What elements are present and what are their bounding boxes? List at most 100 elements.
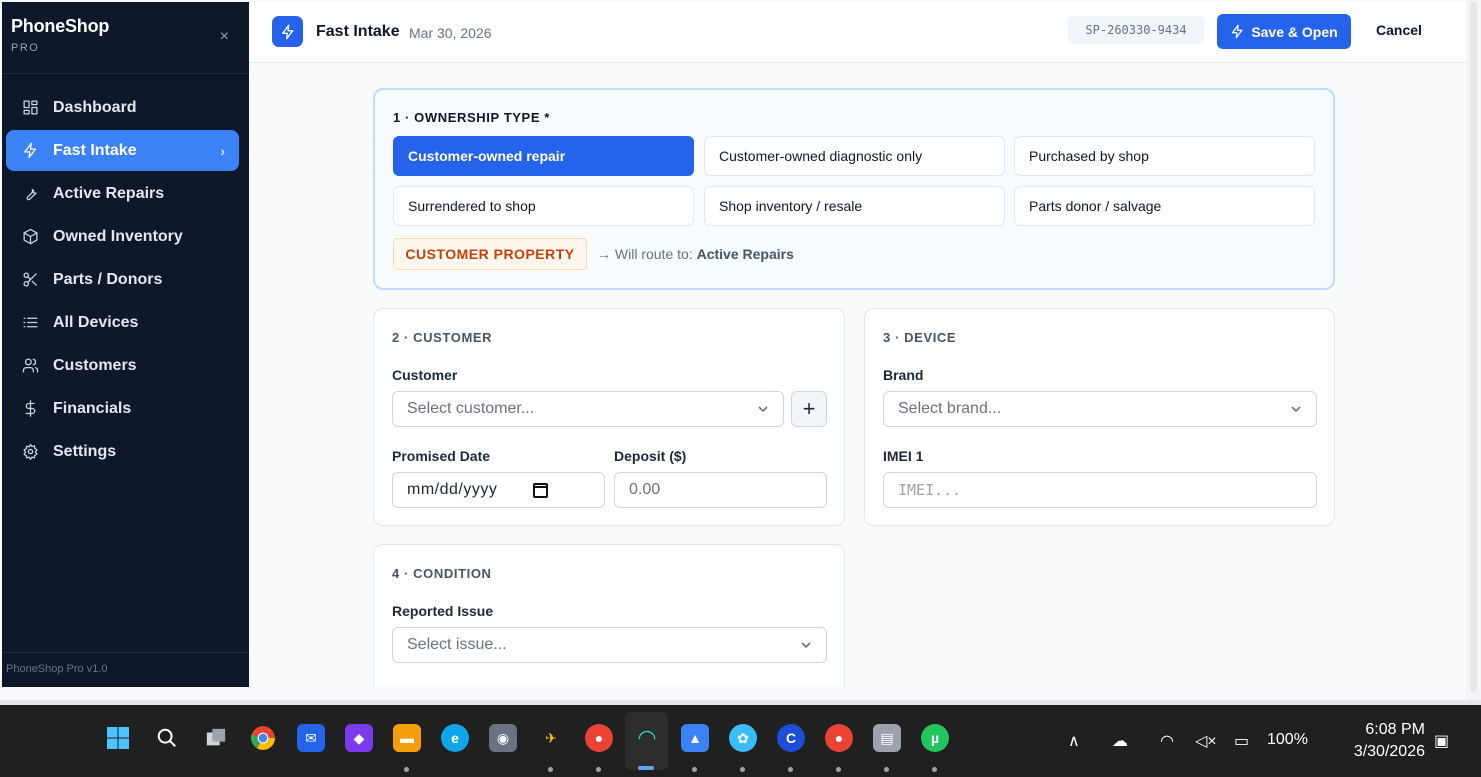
sidebar-item-fast-intake[interactable]: Fast Intake › (6, 130, 239, 171)
search-icon[interactable] (153, 724, 181, 752)
chrome-alt-icon[interactable]: ● (825, 724, 853, 752)
running-indicator (788, 767, 793, 772)
running-indicator (740, 767, 745, 772)
promised-date-value: mm/dd/yyyy (407, 481, 498, 498)
running-indicator (932, 767, 937, 772)
battery-percent: 100% (1267, 731, 1308, 748)
sidebar-item-label: Dashboard (53, 98, 137, 116)
box-icon (21, 228, 39, 246)
volume-muted-icon[interactable]: ◁× (1195, 731, 1217, 751)
cloud-icon[interactable]: ☁ (1112, 731, 1128, 751)
ownership-option-parts-donor[interactable]: Parts donor / salvage (1014, 186, 1315, 226)
chevron-down-icon (800, 638, 811, 649)
running-indicator (836, 767, 841, 772)
brand-sub: PRO (11, 42, 40, 54)
bolt-icon (1232, 24, 1243, 39)
utorrent-icon[interactable]: µ (921, 724, 949, 752)
sidebar-item-label: Financials (53, 399, 132, 417)
status-badge: CUSTOMER PROPERTY (393, 238, 587, 270)
bird-icon[interactable]: ✈ (537, 724, 565, 752)
windows-start-icon[interactable] (104, 724, 132, 752)
imei-field[interactable]: IMEI... (883, 472, 1317, 508)
dollar-icon (21, 400, 39, 418)
brand-select[interactable]: Select brand... (883, 391, 1317, 427)
brand: PhoneShop PRO × (2, 2, 249, 74)
sidebar-item-label: All Devices (53, 313, 139, 331)
clock-date: 3/30/2026 (1353, 743, 1425, 760)
chrome-profile-icon[interactable]: ● (585, 724, 613, 752)
reported-issue-select[interactable]: Select issue... (392, 627, 827, 663)
camera-icon[interactable]: ◉ (489, 724, 517, 752)
sidebar-item-all-devices[interactable]: All Devices (6, 302, 239, 343)
canva-icon[interactable]: C (777, 724, 805, 752)
customer-select[interactable]: Select customer... (392, 391, 784, 427)
system-clock[interactable]: 6:08 PM 3/30/2026 (1335, 719, 1425, 763)
ownership-option-surrendered[interactable]: Surrendered to shop (393, 186, 694, 226)
sidebar-item-parts-donors[interactable]: Parts / Donors (6, 259, 239, 300)
sidebar-item-dashboard[interactable]: Dashboard (6, 87, 239, 128)
active-indicator (638, 766, 654, 770)
deposit-field[interactable]: 0.00 (614, 472, 827, 508)
close-icon[interactable]: × (220, 28, 229, 46)
copilot-icon[interactable]: ◆ (345, 724, 373, 752)
imei-label: IMEI 1 (883, 448, 924, 464)
users-icon (21, 357, 39, 375)
notification-icon[interactable]: ▣ (1434, 731, 1449, 751)
wifi-icon[interactable]: ◠ (1160, 731, 1174, 751)
printer-icon[interactable]: ▤ (873, 724, 901, 752)
scrollbar[interactable] (1466, 0, 1481, 700)
promised-date-field[interactable]: mm/dd/yyyy (392, 472, 605, 508)
chevron-up-icon[interactable]: ∧ (1068, 731, 1080, 751)
ownership-card: 1 · OWNERSHIP TYPE * Customer-owned repa… (373, 88, 1335, 290)
issue-placeholder: Select issue... (407, 636, 507, 653)
wrench-icon (21, 185, 39, 203)
customer-placeholder: Select customer... (407, 400, 535, 417)
calendar-icon[interactable] (533, 483, 548, 498)
top-bar: Fast Intake Mar 30, 2026 SP-260330-9434 … (249, 2, 1466, 63)
folder-icon[interactable]: ▬ (393, 724, 421, 752)
ownership-option-diagnostic[interactable]: Customer-owned diagnostic only (704, 136, 1005, 176)
sidebar-item-active-repairs[interactable]: Active Repairs (6, 173, 239, 214)
ownership-option-purchased[interactable]: Purchased by shop (1014, 136, 1315, 176)
customer-title: 2 · CUSTOMER (392, 330, 493, 345)
gear-icon (21, 443, 39, 461)
ownership-option-customer-repair[interactable]: Customer-owned repair (393, 136, 694, 176)
sidebar-item-owned-inventory[interactable]: Owned Inventory (6, 216, 239, 257)
sidebar-item-label: Customers (53, 356, 137, 374)
battery-icon[interactable]: ▭ (1234, 731, 1249, 751)
sidebar-item-customers[interactable]: Customers (6, 345, 239, 386)
ownership-option-inventory[interactable]: Shop inventory / resale (704, 186, 1005, 226)
sidebar-item-settings[interactable]: Settings (6, 431, 239, 472)
save-open-button[interactable]: Save & Open (1217, 14, 1351, 49)
route-info: → Will route to: Active Repairs (597, 246, 794, 262)
sidebar-item-label: Parts / Donors (53, 270, 163, 288)
wave-app-icon[interactable]: ◠ (633, 724, 661, 752)
save-open-label: Save & Open (1251, 23, 1338, 40)
device-card: 3 · DEVICE Brand Select brand... IMEI 1 … (864, 308, 1335, 526)
sidebar-item-label: Settings (53, 442, 117, 460)
sidebar-item-label: Fast Intake (53, 141, 137, 159)
edge-icon[interactable]: e (441, 724, 469, 752)
photos-icon[interactable]: ▲ (681, 724, 709, 752)
bolt-icon (21, 142, 39, 160)
running-indicator (404, 767, 409, 772)
task-view-icon[interactable] (202, 724, 230, 752)
sidebar-item-financials[interactable]: Financials (6, 388, 239, 429)
sidebar-item-label: Owned Inventory (53, 227, 183, 245)
brand-name: PhoneShop (11, 16, 110, 36)
customer-label: Customer (392, 367, 458, 383)
mail-icon[interactable]: ✉ (297, 724, 325, 752)
add-customer-button[interactable]: + (791, 391, 827, 427)
paint-icon[interactable]: ✿ (729, 724, 757, 752)
route-prefix: → Will route to: (597, 246, 693, 262)
sidebar-item-label: Active Repairs (53, 184, 165, 202)
chevron-down-icon (1290, 402, 1301, 413)
cancel-button[interactable]: Cancel (1366, 22, 1432, 38)
running-indicator (548, 767, 553, 772)
promised-date-label: Promised Date (392, 448, 491, 464)
condition-title: 4 · CONDITION (392, 566, 492, 581)
device-title: 3 · DEVICE (883, 330, 957, 345)
scissors-icon (21, 271, 39, 289)
route-target: Active Repairs (696, 246, 794, 262)
chrome-icon[interactable] (249, 724, 277, 752)
